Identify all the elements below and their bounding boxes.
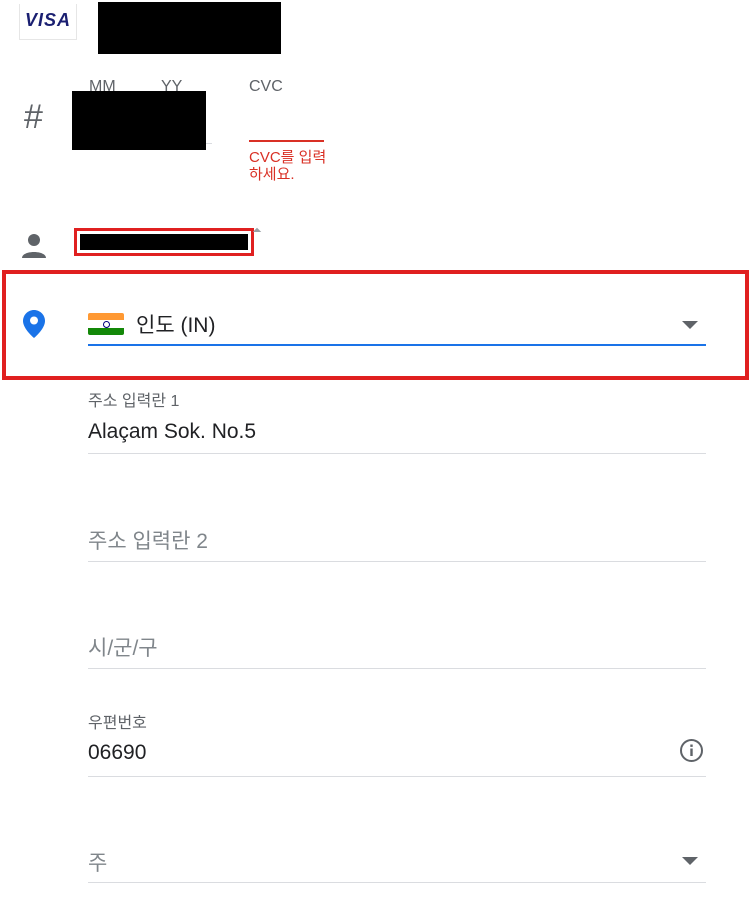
india-flag-icon bbox=[88, 313, 124, 335]
cvc-underline bbox=[249, 140, 324, 142]
address-line1-label: 주소 입력란 1 bbox=[88, 393, 180, 410]
name-field-edge-mark bbox=[252, 227, 262, 237]
postal-code-label: 우편번호 bbox=[88, 715, 147, 732]
info-icon[interactable] bbox=[679, 738, 704, 763]
address-line1-input[interactable]: Alaçam Sok. No.5 bbox=[88, 420, 256, 444]
chevron-down-icon[interactable] bbox=[682, 321, 698, 329]
redacted-card-info bbox=[98, 2, 281, 54]
card-brand-text: VISA bbox=[24, 10, 71, 30]
city-underline bbox=[88, 668, 706, 669]
visa-logo: VISA bbox=[19, 4, 77, 40]
state-chevron-down-icon[interactable] bbox=[682, 857, 698, 865]
postal-code-input[interactable]: 06690 bbox=[88, 741, 146, 765]
postal-code-underline bbox=[88, 776, 706, 777]
location-pin-icon bbox=[22, 309, 46, 339]
address-line2-underline bbox=[88, 561, 706, 562]
state-underline bbox=[88, 882, 706, 883]
card-number-underline bbox=[206, 143, 212, 144]
redacted-name bbox=[80, 234, 248, 250]
cvc-error-message: CVC를 입력하세요. bbox=[249, 149, 327, 183]
address-line2-input[interactable]: 주소 입력란 2 bbox=[88, 525, 208, 555]
address-line1-underline bbox=[88, 453, 706, 454]
person-icon bbox=[21, 232, 47, 260]
country-value: 인도 (IN) bbox=[136, 314, 216, 337]
card-number-icon: # bbox=[24, 98, 43, 136]
cvc-label: CVC bbox=[249, 78, 283, 95]
city-input[interactable]: 시/군/구 bbox=[88, 632, 158, 662]
state-select[interactable]: 주 bbox=[88, 847, 107, 877]
country-select[interactable]: 인도 (IN) bbox=[88, 307, 706, 347]
cvc-input[interactable] bbox=[249, 98, 324, 138]
country-underline bbox=[88, 344, 706, 346]
cardholder-name-input[interactable] bbox=[74, 228, 254, 256]
redacted-card-number-field[interactable] bbox=[72, 91, 206, 150]
